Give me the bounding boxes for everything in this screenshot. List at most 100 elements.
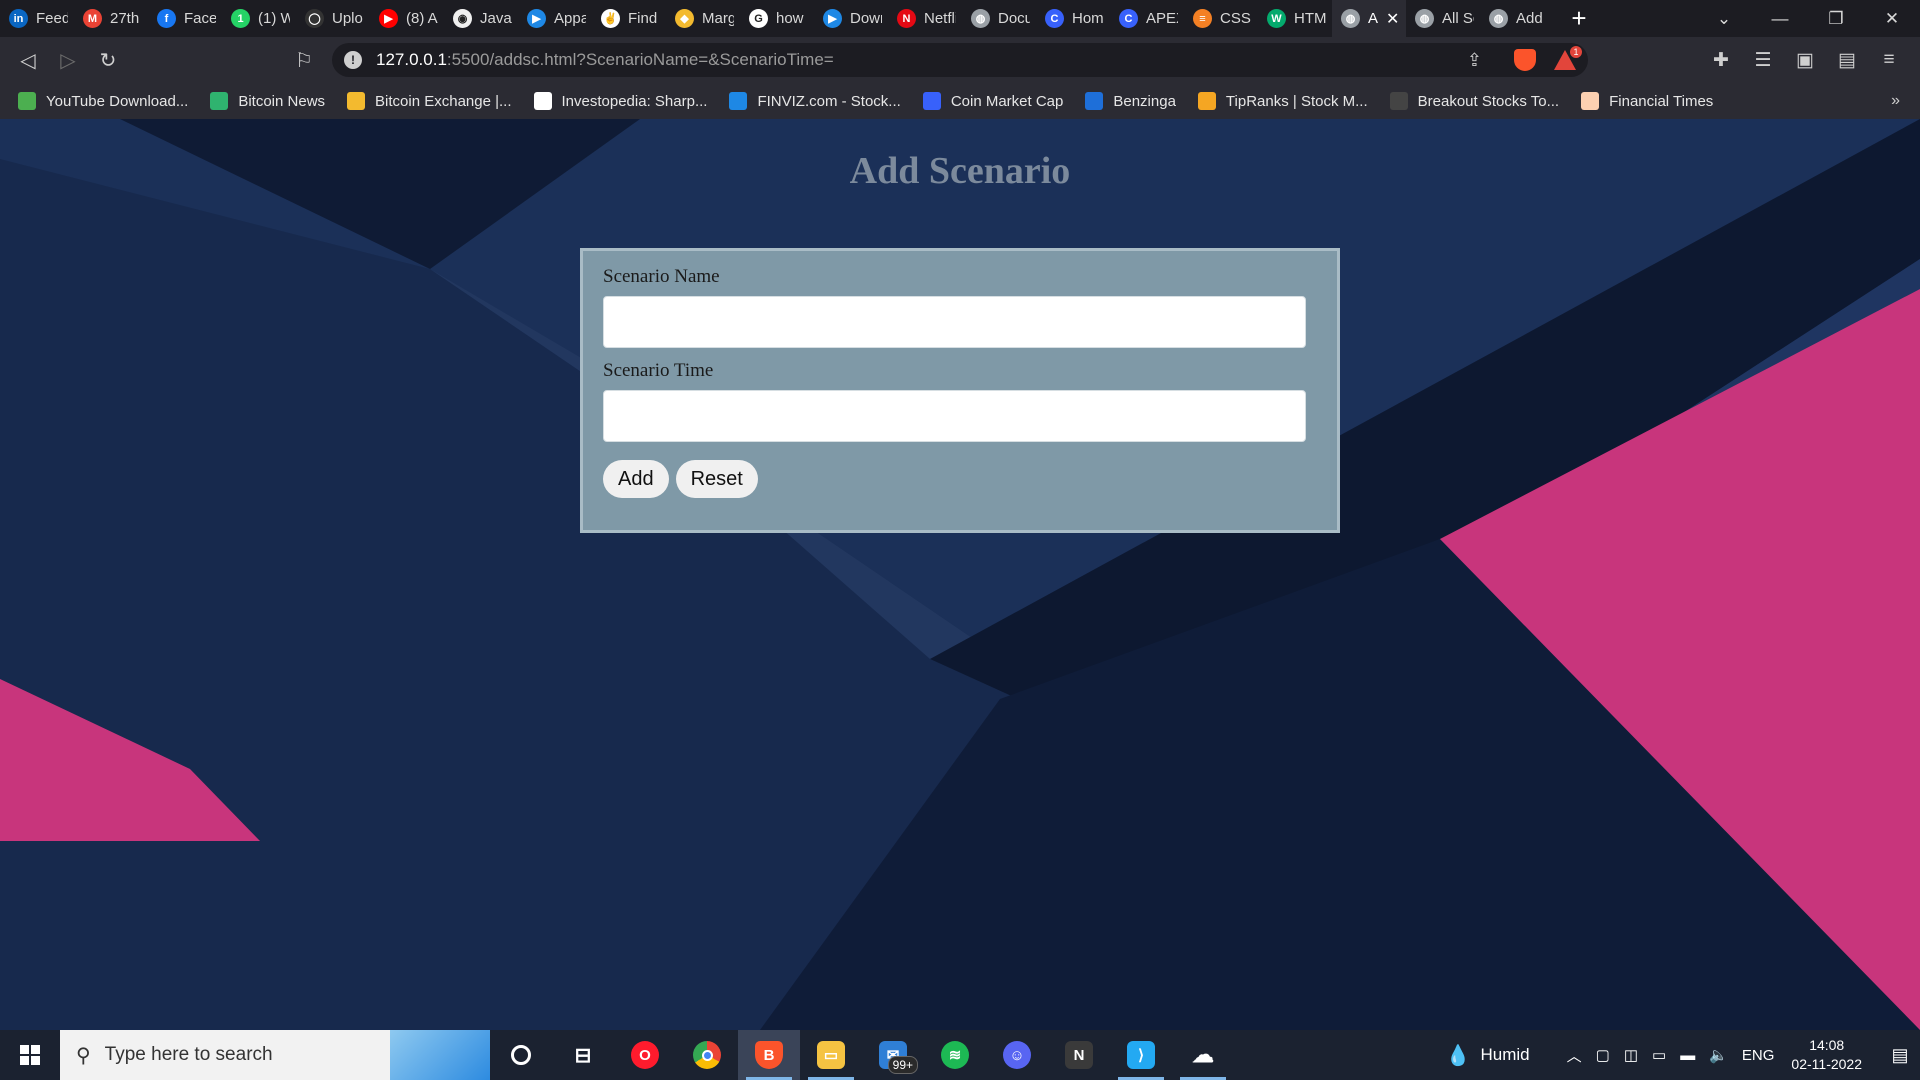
browser-tab[interactable]: Ghow xyxy=(740,0,814,37)
discord-icon[interactable]: ☺ xyxy=(986,1030,1048,1080)
vscode-icon[interactable]: ⟩ xyxy=(1110,1030,1172,1080)
reload-button[interactable]: ↻ xyxy=(88,48,128,73)
bookmark-item[interactable]: FINVIZ.com - Stock... xyxy=(729,92,901,110)
browser-tab[interactable]: 1 (1) W xyxy=(222,0,296,37)
show-hidden-icons[interactable]: ︿ xyxy=(1567,1045,1582,1066)
weather-widget[interactable]: 💧 Humid xyxy=(1446,1043,1530,1068)
browser-tab[interactable]: C APEX xyxy=(1110,0,1184,37)
site-info-icon[interactable]: ! xyxy=(344,51,362,69)
browser-tab[interactable]: ◉ JavaS xyxy=(444,0,518,37)
clock[interactable]: 14:08 02-11-2022 xyxy=(1791,1036,1862,1074)
bookmark-item[interactable]: Breakout Stocks To... xyxy=(1389,92,1560,110)
menu-icon[interactable]: ≡ xyxy=(1868,49,1910,71)
bookmark-label: Breakout Stocks To... xyxy=(1417,92,1560,110)
tab-label: (1) W xyxy=(258,10,290,27)
search-icon: ⚲ xyxy=(76,1044,91,1067)
github-icon: ◯ xyxy=(305,9,324,28)
start-button[interactable] xyxy=(0,1030,60,1080)
globe-icon: ◍ xyxy=(1489,9,1508,28)
task-view-icon[interactable]: ⊟ xyxy=(552,1030,614,1080)
bookmark-item[interactable]: Benzinga xyxy=(1085,92,1176,110)
browser-tab[interactable]: C Hom xyxy=(1036,0,1110,37)
taskbar-search[interactable]: ⚲ Type here to search xyxy=(60,1030,490,1080)
cortana-icon[interactable] xyxy=(490,1030,552,1080)
netflix-icon: N xyxy=(897,9,916,28)
browser-tab[interactable]: ▶ Appa xyxy=(518,0,592,37)
browser-tab[interactable]: ≡ CSS f xyxy=(1184,0,1258,37)
google-icon: G xyxy=(749,9,768,28)
bookmark-icon[interactable]: ⚐ xyxy=(284,48,324,73)
address-bar[interactable]: ! 127.0.0.1:5500/addsc.html?ScenarioName… xyxy=(332,43,1588,77)
browser-tab[interactable]: ▶ (8) A xyxy=(370,0,444,37)
browser-tab[interactable]: W HTM xyxy=(1258,0,1332,37)
browser-tab[interactable]: N Netfli xyxy=(888,0,962,37)
forward-button[interactable]: ▷ xyxy=(48,48,88,73)
bookmark-favicon-icon xyxy=(18,92,36,110)
browser-tab[interactable]: ◆ Marg xyxy=(666,0,740,37)
battery-icon[interactable]: ▬ xyxy=(1680,1047,1695,1064)
opera-icon[interactable]: O xyxy=(614,1030,676,1080)
sidebar-icon[interactable]: ▣ xyxy=(1784,49,1826,72)
volume-icon[interactable]: 🔈 xyxy=(1709,1046,1728,1064)
angellist-icon: ✌ xyxy=(601,9,620,28)
wallet-icon[interactable]: ▤ xyxy=(1826,49,1868,72)
bookmark-item[interactable]: TipRanks | Stock M... xyxy=(1197,92,1368,110)
display-icon[interactable]: ▭ xyxy=(1652,1046,1666,1064)
gmail-icon: M xyxy=(83,9,102,28)
onedrive-icon[interactable]: ☁ xyxy=(1172,1030,1234,1080)
reading-list-icon[interactable]: ☰ xyxy=(1742,49,1784,72)
bookmark-item[interactable]: Bitcoin News xyxy=(210,92,325,110)
reset-button[interactable]: Reset xyxy=(675,460,758,498)
stackoverflow-icon: ≡ xyxy=(1193,9,1212,28)
mail-badge: 99+ xyxy=(887,1056,918,1074)
scenario-time-input[interactable] xyxy=(603,390,1306,442)
add-button[interactable]: Add xyxy=(603,460,669,498)
brave-shields-icon[interactable] xyxy=(1514,49,1536,71)
browser-tab[interactable]: ▶ Down xyxy=(814,0,888,37)
extensions-icon[interactable]: ✚ xyxy=(1700,49,1742,72)
tab-label: HTM xyxy=(1294,10,1326,27)
browser-tab[interactable]: in Feed xyxy=(0,0,74,37)
chrome-icon[interactable] xyxy=(676,1030,738,1080)
browser-tab[interactable]: f Faceb xyxy=(148,0,222,37)
language-indicator[interactable]: ENG xyxy=(1742,1047,1775,1064)
back-button[interactable]: ◁ xyxy=(8,48,48,73)
bookmark-item[interactable]: Coin Market Cap xyxy=(922,92,1063,110)
notion-icon[interactable]: N xyxy=(1048,1030,1110,1080)
tab-label: Faceb xyxy=(184,10,216,27)
close-window-button[interactable]: ✕ xyxy=(1864,9,1920,29)
share-icon[interactable]: ⇪ xyxy=(1467,50,1482,71)
restore-button[interactable]: ❐ xyxy=(1808,9,1864,29)
new-tab-button[interactable]: + xyxy=(1554,3,1604,34)
bookmark-item[interactable]: Investopedia: Sharp... xyxy=(533,92,707,110)
browser-tab[interactable]: ◍ Add xyxy=(1480,0,1554,37)
file-explorer-icon[interactable]: ▭ xyxy=(800,1030,862,1080)
more-bookmarks-icon[interactable]: » xyxy=(1891,92,1900,110)
camera-icon[interactable]: ◫ xyxy=(1624,1046,1638,1064)
bookmark-item[interactable]: Financial Times xyxy=(1581,92,1713,110)
spotify-icon[interactable]: ≋ xyxy=(924,1030,986,1080)
bookmark-item[interactable]: YouTube Download... xyxy=(18,92,188,110)
browser-tab[interactable]: ✌ Find xyxy=(592,0,666,37)
bookmark-label: FINVIZ.com - Stock... xyxy=(757,92,901,110)
bookmark-item[interactable]: Bitcoin Exchange |... xyxy=(347,92,512,110)
close-tab-icon[interactable]: ✕ xyxy=(1386,9,1399,29)
meet-now-icon[interactable]: ▢ xyxy=(1596,1046,1610,1064)
mail-icon[interactable]: ✉99+ xyxy=(862,1030,924,1080)
browser-tab[interactable]: ◍ All Sc xyxy=(1406,0,1480,37)
browser-tab-strip: in Feed M 27th f Faceb 1 (1) W ◯ Uplo ▶ (8) A ◉ JavaS… xyxy=(0,0,1920,37)
tab-search-icon[interactable]: ⌄ xyxy=(1696,9,1752,29)
browser-tab[interactable]: ◍ Docu xyxy=(962,0,1036,37)
brave-icon[interactable]: B xyxy=(738,1030,800,1080)
browser-tab[interactable]: ◯ Uplo xyxy=(296,0,370,37)
tab-label: A xyxy=(1368,10,1379,27)
minimize-button[interactable]: — xyxy=(1752,9,1808,29)
bookmark-favicon-icon xyxy=(1197,92,1216,110)
scenario-name-input[interactable] xyxy=(603,296,1306,348)
bookmark-label: Bitcoin Exchange |... xyxy=(375,92,512,110)
coinmarketcap-icon: C xyxy=(1045,9,1064,28)
tab-label: Feed xyxy=(36,10,68,27)
browser-tab[interactable]: ◍ A ✕ xyxy=(1332,0,1406,37)
browser-tab[interactable]: M 27th xyxy=(74,0,148,37)
notifications-icon[interactable]: ▤ xyxy=(1880,1045,1920,1066)
